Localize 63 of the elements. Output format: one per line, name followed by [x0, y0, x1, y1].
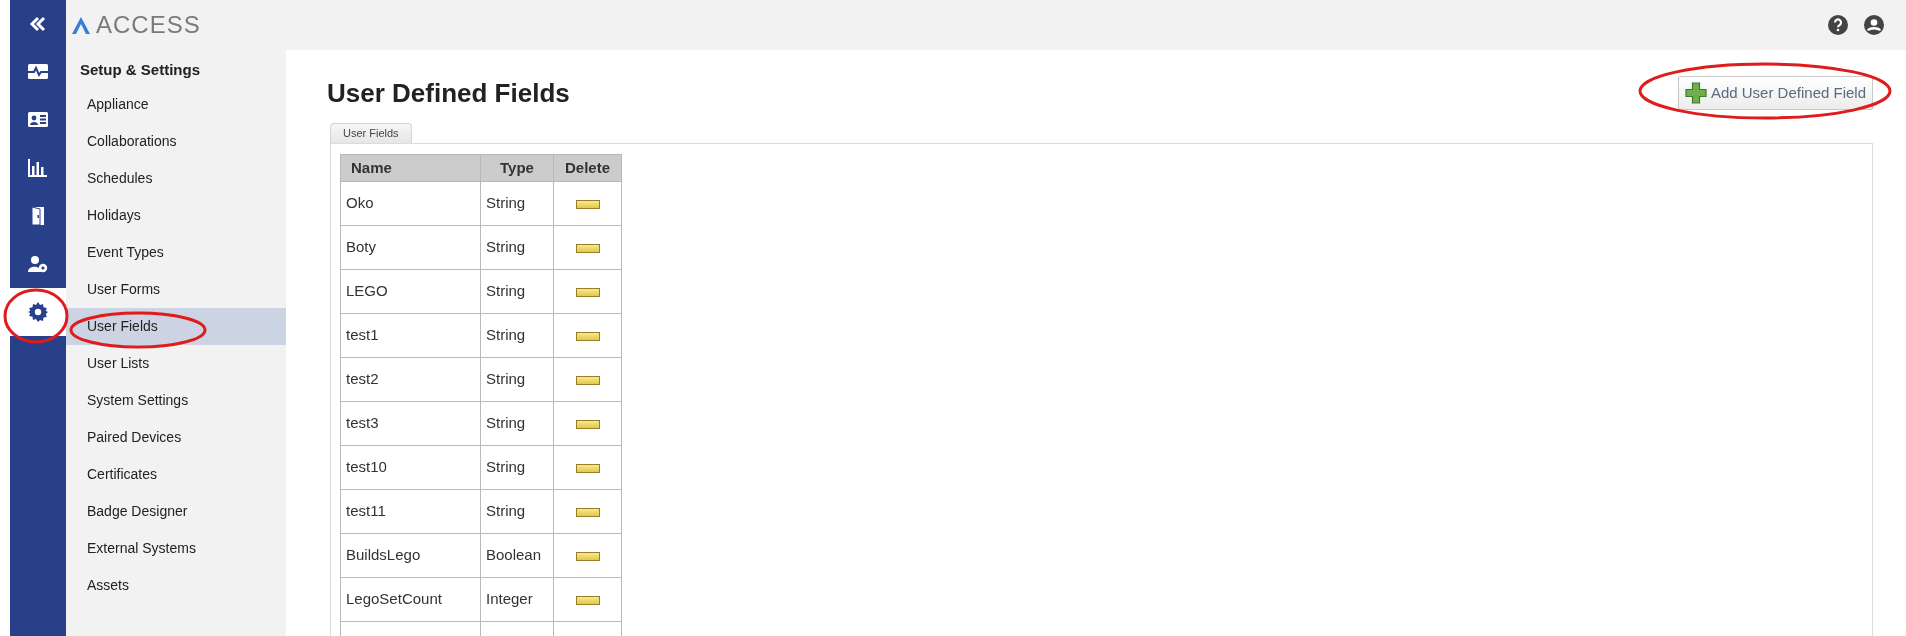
column-header: Delete [553, 154, 622, 182]
sidebar-item[interactable]: Schedules [66, 160, 286, 197]
delete-button[interactable] [575, 419, 600, 429]
user-settings-icon [28, 254, 48, 274]
table-cell: String [480, 401, 554, 446]
sidebar-heading: Setup & Settings [79, 59, 201, 80]
delete-button[interactable] [575, 375, 600, 385]
table-cell: LEGO [340, 269, 481, 314]
table-cell: Oko [340, 181, 481, 226]
table-cell: test1 [340, 313, 481, 358]
delete-button[interactable] [575, 551, 600, 561]
settings-icon [28, 302, 48, 322]
table-cell: String [480, 445, 554, 490]
delete-button[interactable] [575, 331, 600, 341]
logo-text: ACCESS [96, 10, 201, 40]
activity-icon [28, 62, 48, 82]
table-cell: test11 [340, 489, 481, 534]
sidebar-item[interactable]: User Fields [66, 308, 286, 345]
table-cell: Integer [480, 577, 554, 622]
table-cell: String [480, 313, 554, 358]
delete-button[interactable] [575, 199, 600, 209]
sidebar-item[interactable]: Appliance [66, 86, 286, 123]
sidebar-item[interactable]: Badge Designer [66, 493, 286, 530]
delete-button[interactable] [575, 507, 600, 517]
sidebar-item[interactable]: Holidays [66, 197, 286, 234]
table-cell: String [480, 269, 554, 314]
sidebar-item[interactable]: Collaborations [66, 123, 286, 160]
sidebar-item[interactable]: User Forms [66, 271, 286, 308]
table-cell: test3 [340, 401, 481, 446]
table-cell: LegoSetCount [340, 577, 481, 622]
table-cell: Boolean [480, 533, 554, 578]
table-cell: String [480, 357, 554, 402]
bar-chart-icon [28, 158, 48, 178]
plus-icon [1684, 82, 1707, 104]
rail-item[interactable] [10, 288, 66, 336]
page-title: User Defined Fields [327, 77, 570, 110]
sidebar-item[interactable]: Certificates [66, 456, 286, 493]
tab[interactable]: User Fields [330, 123, 412, 143]
delete-button[interactable] [575, 463, 600, 473]
collapse-icon [29, 15, 47, 33]
column-header: Type [480, 154, 554, 182]
sidebar-item[interactable]: External Systems [66, 530, 286, 567]
sidebar-item[interactable]: Assets [66, 567, 286, 604]
column-header: Name [340, 154, 481, 182]
delete-button[interactable] [575, 243, 600, 253]
sidebar-item[interactable]: Event Types [66, 234, 286, 271]
sidebar-item[interactable]: Paired Devices [66, 419, 286, 456]
delete-button[interactable] [575, 287, 600, 297]
table-cell: test10 [340, 445, 481, 490]
table-cell: test2 [340, 357, 481, 402]
add-field-button[interactable]: Add User Defined Field [1677, 76, 1873, 110]
delete-button[interactable] [575, 595, 600, 605]
account-icon[interactable] [1864, 15, 1884, 35]
table-cell: String [480, 489, 554, 534]
table-cell: BuildsLego [340, 533, 481, 578]
table-cell: String [480, 181, 554, 226]
id-card-icon [28, 110, 48, 130]
table-cell: Boty [340, 225, 481, 270]
sidebar-item[interactable]: User Lists [66, 345, 286, 382]
table-cell: String [480, 225, 554, 270]
logo-icon [72, 16, 90, 34]
sidebar-item[interactable]: System Settings [66, 382, 286, 419]
help-icon[interactable] [1828, 15, 1848, 35]
